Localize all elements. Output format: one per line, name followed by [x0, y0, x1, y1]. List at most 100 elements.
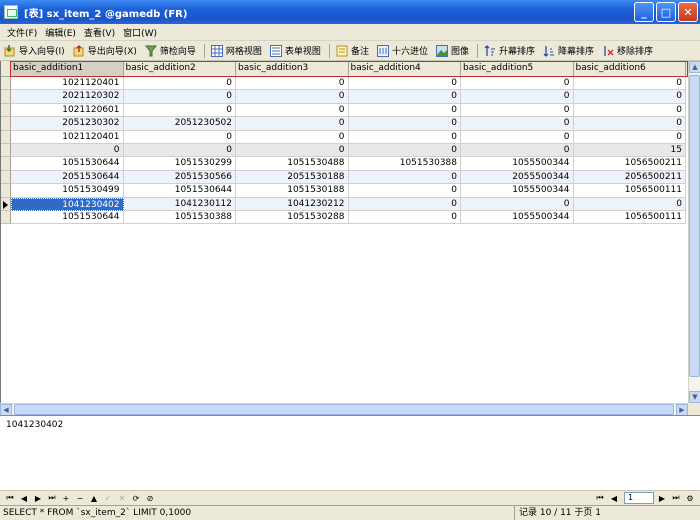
table-cell[interactable]: 1041230402: [11, 197, 124, 211]
close-button[interactable]: ✕: [678, 2, 698, 22]
table-cell[interactable]: 0: [348, 130, 461, 144]
table-cell[interactable]: 0: [348, 197, 461, 211]
menu-window[interactable]: 窗口(W): [119, 26, 161, 39]
table-cell[interactable]: 1021120401: [11, 130, 124, 144]
menu-view[interactable]: 查看(V): [80, 26, 119, 39]
page-number-input[interactable]: 1: [624, 492, 654, 504]
column-header[interactable]: basic_addition5: [461, 61, 574, 77]
first-record-icon[interactable]: ⏮: [4, 492, 16, 504]
form-view-button[interactable]: 表单视图: [269, 44, 321, 57]
grid-view-button[interactable]: 网格视图: [210, 44, 262, 57]
cancel-changes-icon[interactable]: ✕: [116, 492, 128, 504]
table-cell[interactable]: 0: [461, 130, 574, 144]
table-row[interactable]: 1051530499 1051530644 1051530188 0 105550034…: [1, 184, 688, 198]
table-cell[interactable]: 1051530644: [11, 210, 124, 225]
table-cell[interactable]: 0: [123, 90, 236, 104]
last-page-icon[interactable]: ⏭: [670, 492, 682, 504]
row-indicator[interactable]: [1, 143, 11, 158]
table-cell[interactable]: 2021120302: [11, 90, 124, 104]
table-cell[interactable]: 0: [461, 90, 574, 104]
refresh-icon[interactable]: ⟳: [130, 492, 142, 504]
table-cell[interactable]: 0: [348, 90, 461, 104]
memo-button[interactable]: 备注: [336, 44, 369, 57]
table-row[interactable]: 2051230302 2051230502 0 0 0 0: [1, 117, 688, 131]
cell-value-pane[interactable]: 1041230402: [0, 415, 700, 490]
table-cell[interactable]: 1055500344: [461, 210, 574, 225]
column-header[interactable]: basic_addition3: [236, 61, 349, 77]
table-cell[interactable]: 0: [348, 143, 461, 158]
table-cell[interactable]: 0: [236, 90, 349, 104]
table-row[interactable]: 1051530644 1051530299 1051530488 1051530388…: [1, 157, 688, 171]
table-cell[interactable]: 1041230212: [236, 197, 349, 211]
table-cell[interactable]: 1051530288: [236, 210, 349, 225]
remove-sort-button[interactable]: 移除排序: [602, 44, 653, 57]
table-row[interactable]: 1051530644 1051530388 1051530288 0 105550034…: [1, 210, 688, 225]
table-cell[interactable]: 2051230502: [123, 117, 236, 131]
row-indicator[interactable]: [1, 184, 11, 198]
table-cell[interactable]: 2051530188: [236, 170, 349, 185]
table-cell[interactable]: 0: [236, 117, 349, 131]
table-cell[interactable]: 0: [573, 197, 686, 211]
row-indicator[interactable]: [1, 130, 11, 144]
table-row[interactable]: 1021120401 0 0 0 0 0: [1, 77, 688, 91]
menu-file[interactable]: 文件(F): [3, 26, 41, 39]
previous-record-icon[interactable]: ◀: [18, 492, 30, 504]
table-cell[interactable]: 0: [236, 143, 349, 158]
export-wizard-button[interactable]: 导出向导(X): [73, 44, 137, 57]
table-cell[interactable]: 0: [461, 117, 574, 131]
table-cell[interactable]: 1056500111: [573, 184, 686, 198]
hex-button[interactable]: 十六进位: [376, 44, 428, 57]
scroll-down-icon[interactable]: ▼: [689, 391, 700, 403]
image-button[interactable]: 图像: [435, 44, 469, 57]
table-cell[interactable]: 2056500211: [573, 170, 686, 185]
table-cell[interactable]: 0: [461, 197, 574, 211]
table-cell[interactable]: 1051530388: [348, 157, 461, 171]
table-cell[interactable]: 0: [236, 77, 349, 91]
row-indicator[interactable]: [1, 157, 11, 171]
table-cell[interactable]: 0: [348, 117, 461, 131]
table-cell[interactable]: 1056500111: [573, 210, 686, 225]
table-cell[interactable]: 0: [348, 170, 461, 185]
delete-record-icon[interactable]: −: [74, 492, 86, 504]
table-cell[interactable]: 2051530644: [11, 170, 124, 185]
table-cell[interactable]: 0: [573, 77, 686, 91]
column-header[interactable]: basic_addition2: [123, 61, 236, 77]
table-cell[interactable]: 0: [461, 103, 574, 118]
table-cell[interactable]: 0: [123, 103, 236, 118]
table-cell[interactable]: 0: [236, 130, 349, 144]
table-cell[interactable]: 1055500344: [461, 184, 574, 198]
table-cell[interactable]: 0: [123, 130, 236, 144]
table-cell[interactable]: 1021120401: [11, 77, 124, 91]
table-row[interactable]: 0 0 0 0 0 15: [1, 143, 688, 158]
add-record-icon[interactable]: +: [60, 492, 72, 504]
maximize-button[interactable]: □: [656, 2, 676, 22]
current-row-indicator-icon[interactable]: [1, 197, 11, 211]
table-cell[interactable]: 1051530299: [123, 157, 236, 171]
table-row[interactable]: 1021120401 0 0 0 0 0: [1, 130, 688, 144]
last-record-icon[interactable]: ⏭: [46, 492, 58, 504]
table-cell[interactable]: 0: [461, 143, 574, 158]
table-row[interactable]: 2021120302 0 0 0 0 0: [1, 90, 688, 104]
vertical-scrollbar[interactable]: ▲ ▼: [688, 61, 700, 403]
row-indicator[interactable]: [1, 210, 11, 225]
table-cell[interactable]: 1051530499: [11, 184, 124, 198]
table-cell[interactable]: 0: [123, 143, 236, 158]
table-row[interactable]: 1021120601 0 0 0 0 0: [1, 103, 688, 118]
table-cell[interactable]: 0: [11, 143, 124, 158]
table-cell[interactable]: 1041230112: [123, 197, 236, 211]
edit-record-icon[interactable]: ▲: [88, 492, 100, 504]
table-cell[interactable]: 0: [573, 130, 686, 144]
table-cell[interactable]: 2051530566: [123, 170, 236, 185]
row-indicator[interactable]: [1, 117, 11, 131]
stop-icon[interactable]: ⊘: [144, 492, 156, 504]
table-cell[interactable]: 1051530188: [236, 184, 349, 198]
sort-descending-button[interactable]: 降幕排序: [543, 44, 594, 57]
table-cell[interactable]: 1051530644: [11, 157, 124, 171]
table-cell[interactable]: 0: [573, 90, 686, 104]
table-cell[interactable]: 1051530488: [236, 157, 349, 171]
table-cell[interactable]: 1051530644: [123, 184, 236, 198]
table-cell[interactable]: 15: [573, 143, 686, 158]
table-cell[interactable]: 0: [573, 103, 686, 118]
table-cell[interactable]: 0: [573, 117, 686, 131]
table-cell[interactable]: 0: [123, 77, 236, 91]
